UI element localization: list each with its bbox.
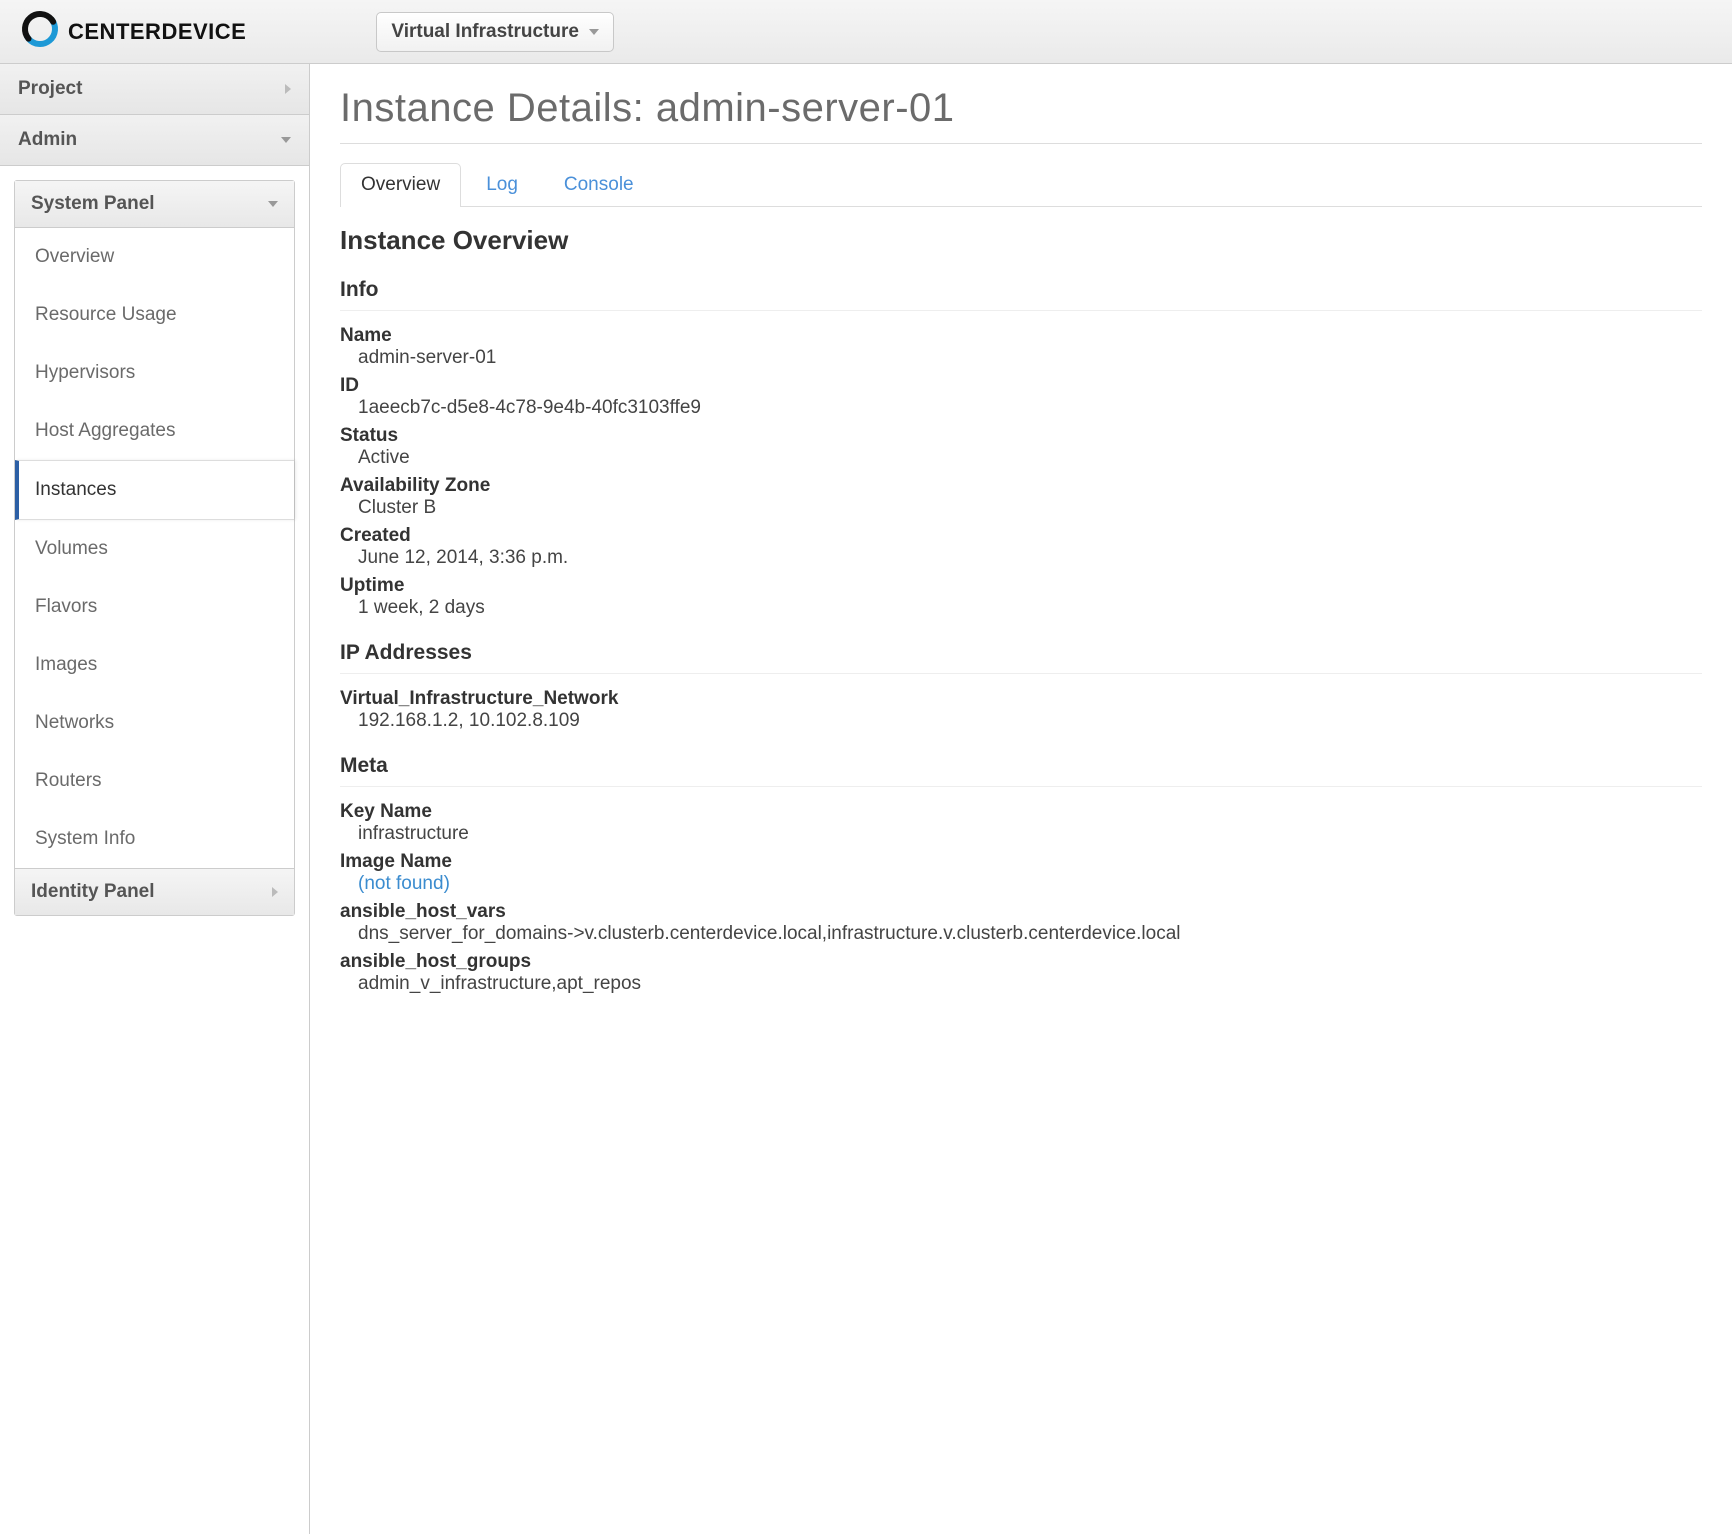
chevron-right-icon bbox=[272, 887, 278, 897]
value-ansible-host-groups: admin_v_infrastructure,apt_repos bbox=[358, 973, 1702, 995]
sidebar-item-system-info[interactable]: System Info bbox=[15, 810, 294, 868]
tabs: Overview Log Console bbox=[340, 162, 1702, 207]
page-title: Instance Details: admin-server-01 bbox=[340, 86, 1702, 144]
tab-overview[interactable]: Overview bbox=[340, 163, 461, 207]
label-uptime: Uptime bbox=[340, 575, 1702, 597]
chevron-right-icon bbox=[285, 84, 291, 94]
sidebar-item-resource-usage[interactable]: Resource Usage bbox=[15, 286, 294, 344]
sidebar-subpanel-system-header[interactable]: System Panel bbox=[15, 181, 294, 228]
label-created: Created bbox=[340, 525, 1702, 547]
value-ansible-host-vars: dns_server_for_domains->v.clusterb.cente… bbox=[358, 923, 1702, 945]
value-az: Cluster B bbox=[358, 497, 1702, 519]
sidebar-item-networks[interactable]: Networks bbox=[15, 694, 294, 752]
project-selector[interactable]: Virtual Infrastructure bbox=[376, 12, 614, 52]
label-id: ID bbox=[340, 375, 1702, 397]
value-image-name: (not found) bbox=[358, 873, 1702, 895]
sidebar-item-instances[interactable]: Instances bbox=[15, 460, 294, 520]
label-ansible-host-groups: ansible_host_groups bbox=[340, 951, 1702, 973]
brand: CENTERDEVICE bbox=[20, 9, 246, 55]
sidebar-item-routers[interactable]: Routers bbox=[15, 752, 294, 810]
value-addresses: 192.168.1.2, 10.102.8.109 bbox=[358, 710, 1702, 732]
sidebar-section-label: Project bbox=[18, 78, 82, 100]
image-not-found-link[interactable]: (not found) bbox=[358, 873, 450, 894]
value-status: Active bbox=[358, 447, 1702, 469]
meta-heading: Meta bbox=[340, 754, 1702, 787]
sidebar-item-images[interactable]: Images bbox=[15, 636, 294, 694]
ip-list: Virtual_Infrastructure_Network 192.168.1… bbox=[340, 688, 1702, 732]
main-content: Instance Details: admin-server-01 Overvi… bbox=[310, 64, 1732, 1534]
sidebar-item-volumes[interactable]: Volumes bbox=[15, 520, 294, 578]
sidebar-subpanel-system: System Panel Overview Resource Usage Hyp… bbox=[14, 180, 295, 916]
tab-log[interactable]: Log bbox=[465, 163, 539, 207]
ip-heading: IP Addresses bbox=[340, 641, 1702, 674]
sidebar-subpanel-label: System Panel bbox=[31, 193, 155, 215]
page-title-instance: admin-server-01 bbox=[656, 86, 955, 130]
chevron-down-icon bbox=[268, 201, 278, 207]
overview-heading: Instance Overview bbox=[340, 225, 1702, 256]
tab-console[interactable]: Console bbox=[543, 163, 655, 207]
sidebar-section-admin[interactable]: Admin bbox=[0, 115, 309, 166]
project-selector-label: Virtual Infrastructure bbox=[391, 21, 579, 43]
sidebar-subpanel-identity-header[interactable]: Identity Panel bbox=[15, 868, 294, 915]
value-id: 1aeecb7c-d5e8-4c78-9e4b-40fc3103ffe9 bbox=[358, 397, 1702, 419]
value-created: June 12, 2014, 3:36 p.m. bbox=[358, 547, 1702, 569]
sidebar-item-host-aggregates[interactable]: Host Aggregates bbox=[15, 402, 294, 460]
info-heading: Info bbox=[340, 278, 1702, 311]
sidebar-item-hypervisors[interactable]: Hypervisors bbox=[15, 344, 294, 402]
value-uptime: 1 week, 2 days bbox=[358, 597, 1702, 619]
sidebar-item-flavors[interactable]: Flavors bbox=[15, 578, 294, 636]
label-network: Virtual_Infrastructure_Network bbox=[340, 688, 1702, 710]
label-name: Name bbox=[340, 325, 1702, 347]
sidebar-section-project[interactable]: Project bbox=[0, 64, 309, 115]
sidebar: Project Admin System Panel Overview Reso… bbox=[0, 64, 310, 1534]
label-image-name: Image Name bbox=[340, 851, 1702, 873]
chevron-down-icon bbox=[281, 137, 291, 143]
meta-list: Key Name infrastructure Image Name (not … bbox=[340, 801, 1702, 995]
info-list: Name admin-server-01 ID 1aeecb7c-d5e8-4c… bbox=[340, 325, 1702, 619]
page-title-prefix: Instance Details: bbox=[340, 86, 656, 130]
value-name: admin-server-01 bbox=[358, 347, 1702, 369]
label-status: Status bbox=[340, 425, 1702, 447]
logo-icon bbox=[20, 9, 60, 55]
label-ansible-host-vars: ansible_host_vars bbox=[340, 901, 1702, 923]
sidebar-item-overview[interactable]: Overview bbox=[15, 228, 294, 286]
sidebar-subpanel-label: Identity Panel bbox=[31, 881, 155, 903]
label-key-name: Key Name bbox=[340, 801, 1702, 823]
chevron-down-icon bbox=[589, 29, 599, 35]
topbar: CENTERDEVICE Virtual Infrastructure bbox=[0, 0, 1732, 64]
sidebar-section-label: Admin bbox=[18, 129, 77, 151]
value-key-name: infrastructure bbox=[358, 823, 1702, 845]
brand-name: CENTERDEVICE bbox=[68, 19, 246, 45]
label-az: Availability Zone bbox=[340, 475, 1702, 497]
